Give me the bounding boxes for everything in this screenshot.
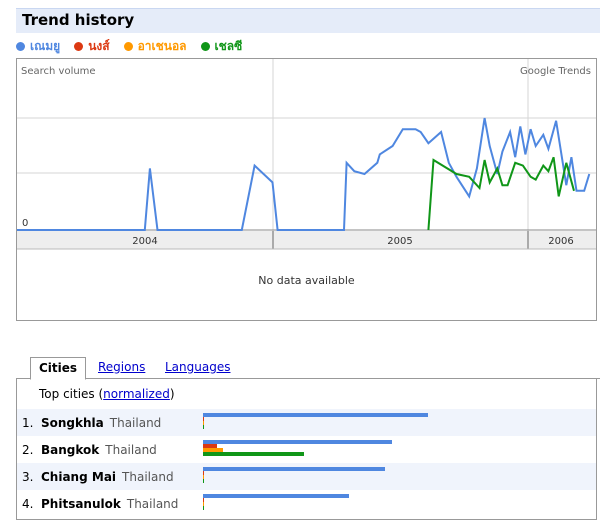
trend-chart: Search volume Google Trends 0 2004 2005 …	[16, 58, 597, 321]
series-color-dot	[74, 41, 84, 51]
city-country: Thailand	[126, 497, 179, 511]
city-rank: 2.	[22, 443, 34, 457]
series-group	[17, 117, 591, 231]
city-country: Thailand	[105, 443, 157, 457]
city-bar	[203, 452, 304, 456]
top-cities-heading: Top cities (normalized)	[39, 387, 175, 401]
city-bar	[203, 440, 392, 444]
trend-history-header: Trend history	[16, 8, 600, 33]
city-row[interactable]: 3. Chiang Mai Thailand	[17, 463, 596, 490]
x-tick-label: 2006	[548, 236, 573, 247]
city-name-block: Chiang Mai Thailand	[41, 470, 174, 484]
legend-item[interactable]: เณมยู	[16, 37, 60, 56]
city-bar	[203, 425, 204, 429]
city-bar	[203, 494, 349, 498]
legend-label: เณมยู	[30, 38, 61, 53]
city-name-block: Bangkok Thailand	[41, 443, 157, 457]
city-row[interactable]: 2. Bangkok Thailand	[17, 436, 596, 463]
city-country: Thailand	[109, 416, 162, 430]
cities-panel: Top cities (normalized) 1. Songkhla Thail…	[16, 379, 597, 520]
y-axis-title: Search volume	[21, 66, 96, 77]
city-name-block: Phitsanulok Thailand	[41, 497, 178, 511]
city-bar	[203, 467, 385, 471]
city-name: Phitsanulok	[41, 497, 121, 511]
top-cities-close: )	[169, 387, 175, 401]
legend-label: อาเชนอล	[137, 38, 187, 53]
city-rank: 4.	[22, 497, 34, 511]
tab-languages[interactable]: Languages	[157, 357, 238, 379]
legend-item[interactable]: อาเชนอล	[123, 37, 187, 56]
legend-label: เชลซี	[214, 38, 243, 53]
no-data-message: No data available	[258, 274, 355, 287]
city-country: Thailand	[122, 470, 174, 484]
city-rank: 3.	[22, 470, 34, 484]
city-name: Chiang Mai	[41, 470, 117, 484]
legend: เณมยู นงส์ อาเชนอล เชลซี	[16, 37, 256, 55]
tab-cities[interactable]: Cities	[30, 357, 87, 380]
series-line	[17, 117, 591, 231]
city-bar	[203, 413, 428, 417]
tab-bar: Cities Regions Languages	[16, 357, 600, 380]
x-tick-label: 2004	[132, 236, 157, 247]
section-title: Trend history	[22, 11, 135, 29]
city-name: Songkhla	[41, 416, 104, 430]
city-name: Bangkok	[41, 443, 100, 457]
brand-label: Google Trends	[520, 66, 591, 77]
x-tick-label: 2005	[387, 236, 412, 247]
normalized-link[interactable]: normalized	[103, 387, 170, 401]
city-bar	[203, 506, 204, 510]
legend-item[interactable]: เชลซี	[200, 37, 243, 56]
city-rank: 1.	[22, 416, 34, 430]
city-row[interactable]: 1. Songkhla Thailand	[17, 409, 596, 436]
tab-regions[interactable]: Regions	[90, 357, 153, 379]
city-bar	[203, 479, 204, 483]
series-line	[427, 156, 575, 231]
legend-label: นงส์	[88, 38, 110, 53]
x-axis-band	[17, 231, 596, 249]
series-color-dot	[16, 41, 25, 51]
city-name-block: Songkhla Thailand	[41, 416, 161, 430]
legend-item[interactable]: นงส์	[74, 37, 110, 56]
series-color-dot	[200, 41, 210, 51]
y-zero-label: 0	[22, 218, 28, 229]
series-color-dot	[123, 41, 133, 51]
top-cities-label: Top cities (	[39, 387, 104, 401]
city-row[interactable]: 4. Phitsanulok Thailand	[17, 490, 596, 517]
